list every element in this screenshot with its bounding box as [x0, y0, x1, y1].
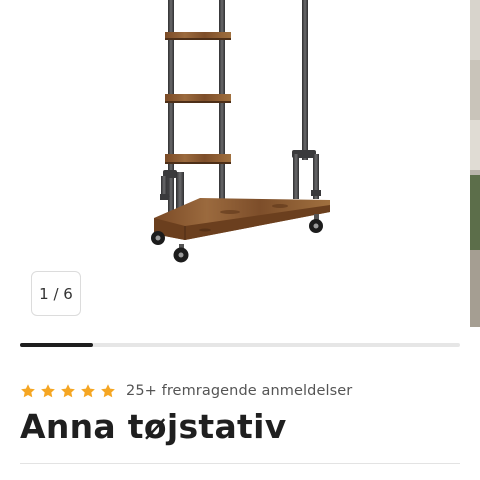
- product-gallery[interactable]: 1 / 6: [0, 0, 480, 330]
- star-icon: [60, 383, 76, 399]
- star-icon: [40, 383, 56, 399]
- star-icon: [20, 383, 36, 399]
- rating-row[interactable]: 25+ fremragende anmeldelser: [20, 380, 352, 402]
- star-icon: [100, 383, 116, 399]
- divider: [20, 463, 460, 464]
- gallery-progress-track: [20, 343, 460, 347]
- slide-counter[interactable]: 1 / 6: [31, 271, 81, 316]
- product-title: Anna tøjstativ: [20, 407, 287, 446]
- next-slide-preview[interactable]: [470, 0, 480, 327]
- star-icon: [80, 383, 96, 399]
- star-rating: [20, 383, 116, 399]
- review-summary[interactable]: 25+ fremragende anmeldelser: [126, 383, 352, 399]
- slide-counter-label: 1 / 6: [39, 284, 73, 303]
- gallery-progress-fill: [20, 343, 94, 347]
